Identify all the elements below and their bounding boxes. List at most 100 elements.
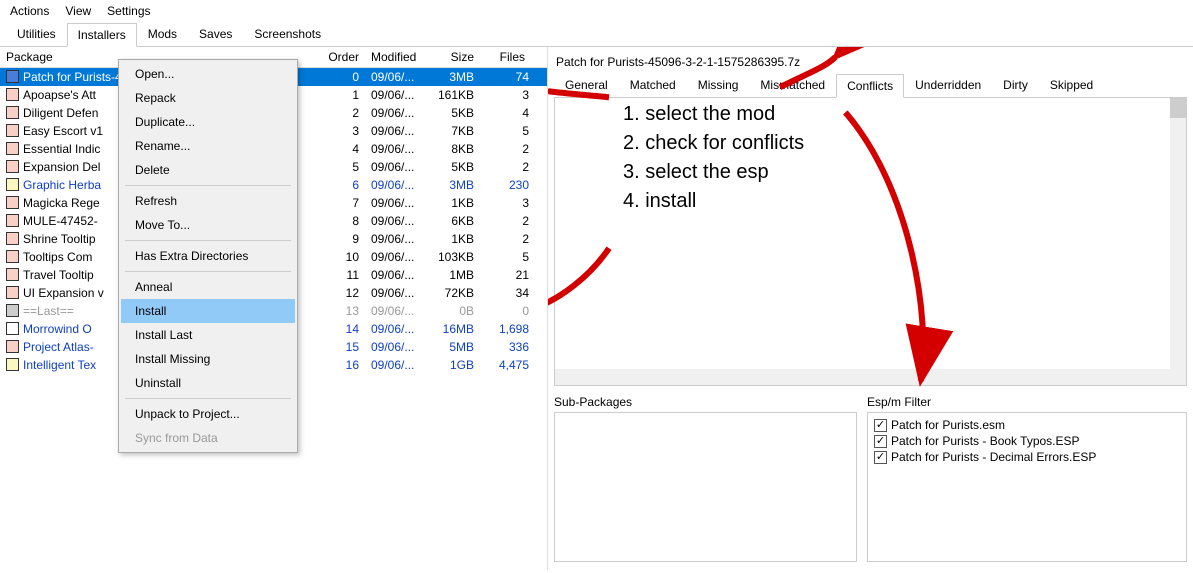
package-checkbox[interactable] — [6, 340, 19, 353]
package-modified: 09/06/... — [365, 104, 425, 122]
package-checkbox[interactable] — [6, 358, 19, 371]
menu-item-uninstall[interactable]: Uninstall — [121, 371, 295, 395]
esp-filter-box[interactable]: Patch for Purists.esmPatch for Purists -… — [867, 412, 1187, 562]
menu-separator — [125, 271, 291, 272]
package-checkbox[interactable] — [6, 250, 19, 263]
right-tab-underridden[interactable]: Underridden — [904, 73, 992, 97]
package-checkbox[interactable] — [6, 70, 19, 83]
package-checkbox[interactable] — [6, 304, 19, 317]
menu-item-install-missing[interactable]: Install Missing — [121, 347, 295, 371]
package-files: 2 — [480, 212, 535, 230]
menu-item-has-extra-directories[interactable]: Has Extra Directories — [121, 244, 295, 268]
right-tab-conflicts[interactable]: Conflicts — [836, 74, 904, 98]
package-modified: 09/06/... — [365, 194, 425, 212]
package-checkbox[interactable] — [6, 160, 19, 173]
package-files: 34 — [480, 284, 535, 302]
package-order: 10 — [320, 248, 365, 266]
esp-item[interactable]: Patch for Purists - Book Typos.ESP — [874, 433, 1180, 449]
esp-label: Patch for Purists.esm — [891, 418, 1005, 432]
right-tab-general[interactable]: General — [554, 73, 619, 97]
menu-item-duplicate[interactable]: Duplicate... — [121, 110, 295, 134]
menu-item-install-last[interactable]: Install Last — [121, 323, 295, 347]
col-size-header[interactable]: Size — [425, 47, 480, 67]
conflicts-body — [554, 98, 1187, 386]
sub-packages-box[interactable] — [554, 412, 857, 562]
tab-saves[interactable]: Saves — [188, 22, 243, 46]
package-checkbox[interactable] — [6, 286, 19, 299]
package-modified: 09/06/... — [365, 338, 425, 356]
package-size: 1GB — [425, 356, 480, 374]
right-tab-mismatched[interactable]: Mismatched — [749, 73, 836, 97]
tab-screenshots[interactable]: Screenshots — [243, 22, 332, 46]
esp-item[interactable]: Patch for Purists - Decimal Errors.ESP — [874, 449, 1180, 465]
esp-checkbox[interactable] — [874, 451, 887, 464]
package-modified: 09/06/... — [365, 230, 425, 248]
tab-installers[interactable]: Installers — [67, 23, 137, 47]
menu-item-delete[interactable]: Delete — [121, 158, 295, 182]
package-checkbox[interactable] — [6, 196, 19, 209]
package-files: 2 — [480, 158, 535, 176]
vertical-scrollbar[interactable] — [1170, 98, 1186, 385]
esp-label: Patch for Purists - Decimal Errors.ESP — [891, 450, 1096, 464]
context-menu: Open...RepackDuplicate...Rename...Delete… — [118, 59, 298, 453]
right-tab-missing[interactable]: Missing — [687, 73, 750, 97]
right-tab-matched[interactable]: Matched — [619, 73, 687, 97]
esp-item[interactable]: Patch for Purists.esm — [874, 417, 1180, 433]
main-tabs: UtilitiesInstallersModsSavesScreenshots — [0, 22, 1193, 47]
package-order: 4 — [320, 140, 365, 158]
package-size: 72KB — [425, 284, 480, 302]
menu-item-anneal[interactable]: Anneal — [121, 275, 295, 299]
package-name: Graphic Herba — [23, 178, 101, 192]
package-order: 3 — [320, 122, 365, 140]
package-checkbox[interactable] — [6, 142, 19, 155]
package-order: 11 — [320, 266, 365, 284]
tab-utilities[interactable]: Utilities — [6, 22, 67, 46]
col-modified-header[interactable]: Modified — [365, 47, 425, 67]
selected-package-title: Patch for Purists-45096-3-2-1-1575286395… — [554, 51, 1187, 73]
menu-item-open[interactable]: Open... — [121, 62, 295, 86]
menu-settings[interactable]: Settings — [107, 4, 150, 18]
menu-item-repack[interactable]: Repack — [121, 86, 295, 110]
col-order-header[interactable]: Order — [320, 47, 365, 67]
left-panel: Package Order Modified Size Files Patch … — [0, 47, 548, 570]
menu-item-rename[interactable]: Rename... — [121, 134, 295, 158]
right-tab-dirty[interactable]: Dirty — [992, 73, 1039, 97]
menu-item-install[interactable]: Install — [121, 299, 295, 323]
package-checkbox[interactable] — [6, 124, 19, 137]
package-modified: 09/06/... — [365, 176, 425, 194]
package-order: 0 — [320, 68, 365, 86]
package-modified: 09/06/... — [365, 248, 425, 266]
package-checkbox[interactable] — [6, 268, 19, 281]
package-checkbox[interactable] — [6, 106, 19, 119]
package-checkbox[interactable] — [6, 232, 19, 245]
package-files: 4,475 — [480, 356, 535, 374]
package-name: Shrine Tooltip — [23, 232, 96, 246]
package-order: 1 — [320, 86, 365, 104]
menu-view[interactable]: View — [65, 4, 91, 18]
package-size: 1KB — [425, 230, 480, 248]
package-checkbox[interactable] — [6, 322, 19, 335]
menu-separator — [125, 398, 291, 399]
package-order: 6 — [320, 176, 365, 194]
esp-checkbox[interactable] — [874, 419, 887, 432]
package-name: Magicka Rege — [23, 196, 100, 210]
package-order: 12 — [320, 284, 365, 302]
package-modified: 09/06/... — [365, 302, 425, 320]
package-files: 0 — [480, 302, 535, 320]
package-checkbox[interactable] — [6, 178, 19, 191]
package-order: 2 — [320, 104, 365, 122]
scroll-thumb[interactable] — [1170, 98, 1186, 118]
horizontal-scrollbar[interactable] — [555, 369, 1170, 385]
menu-item-move-to[interactable]: Move To... — [121, 213, 295, 237]
package-checkbox[interactable] — [6, 88, 19, 101]
menu-separator — [125, 240, 291, 241]
esp-checkbox[interactable] — [874, 435, 887, 448]
package-checkbox[interactable] — [6, 214, 19, 227]
menu-item-unpack-to-project[interactable]: Unpack to Project... — [121, 402, 295, 426]
package-name: Project Atlas- — [23, 340, 94, 354]
menu-actions[interactable]: Actions — [10, 4, 49, 18]
right-tab-skipped[interactable]: Skipped — [1039, 73, 1104, 97]
col-files-header[interactable]: Files — [480, 47, 535, 67]
menu-item-refresh[interactable]: Refresh — [121, 189, 295, 213]
tab-mods[interactable]: Mods — [137, 22, 188, 46]
